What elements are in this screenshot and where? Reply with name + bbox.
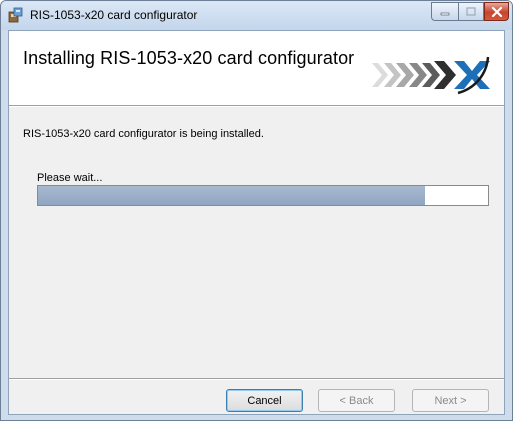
status-text: RIS-1053-x20 card configurator is being … [23,128,264,140]
wait-text: Please wait... [37,172,103,184]
installer-window: RIS-1053-x20 card configurator Installin… [0,0,513,421]
close-button[interactable] [484,2,509,21]
next-button[interactable]: Next > [412,389,489,412]
minimize-icon [440,12,450,15]
minimize-button[interactable] [431,2,458,21]
banner-title: Installing RIS-1053-x20 card configurato… [23,48,355,68]
maximize-icon [466,7,476,16]
chevrons-x-logo [372,56,490,95]
back-button[interactable]: < Back [318,389,395,412]
title-bar[interactable]: RIS-1053-x20 card configurator [1,1,512,30]
window-title: RIS-1053-x20 card configurator [30,8,198,22]
installer-app-icon [8,7,23,23]
close-icon [491,6,502,17]
install-progress-bar [37,185,489,206]
header-banner: Installing RIS-1053-x20 card configurato… [9,31,504,105]
progress-fill [38,186,425,205]
installer-body: Installing RIS-1053-x20 card configurato… [8,30,505,415]
cancel-button[interactable]: Cancel [226,389,303,412]
maximize-button[interactable] [458,2,484,21]
